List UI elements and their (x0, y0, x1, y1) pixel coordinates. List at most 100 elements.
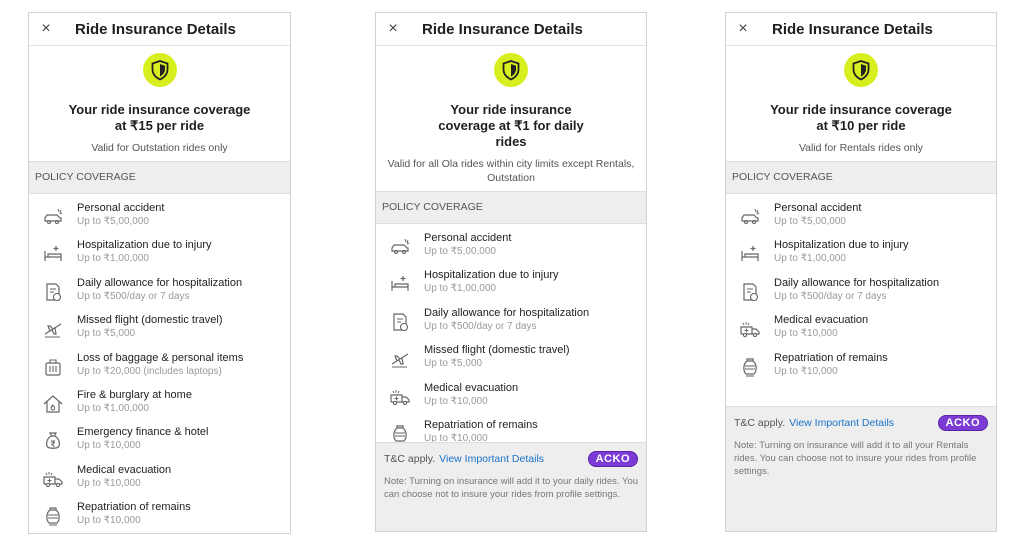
hospital-bed-icon (726, 239, 774, 265)
coverage-amount: Up to ₹500/day or 7 days (424, 320, 537, 332)
page-title: Ride Insurance Details (772, 20, 933, 38)
hospital-bed-icon (376, 269, 424, 295)
coverage-amount: Up to ₹10,000 (774, 365, 838, 377)
coverage-name: Daily allowance for hospitalization (424, 306, 590, 319)
footer: T&C apply. View Important Details ACKO N… (726, 406, 996, 531)
coverage-name: Daily allowance for hospitalization (774, 276, 940, 289)
shield-icon (844, 53, 878, 87)
coverage-amount: Up to ₹500/day or 7 days (774, 290, 887, 302)
coverage-name: Repatriation of remains (424, 418, 538, 431)
plane-icon (376, 344, 424, 370)
coverage-name: Personal accident (424, 232, 512, 244)
note-text: Note: Turning on insurance will add it t… (384, 476, 639, 500)
coverage-amount: Up to ₹10,000 (77, 477, 141, 489)
section-header: POLICY COVERAGE (376, 191, 646, 224)
urn-icon (726, 352, 774, 378)
coverage-amount: Up to ₹1,00,000 (77, 402, 149, 414)
coverage-amount: Up to ₹5,000 (424, 358, 483, 370)
coverage-name: Personal accident (77, 202, 165, 214)
list-item: Loss of baggage & personal items Up to ₹2… (29, 352, 290, 389)
section-header: POLICY COVERAGE (726, 161, 996, 194)
money-bag-icon (29, 426, 77, 452)
list-item: Missed flight (domestic travel) Up to ₹5,… (376, 344, 646, 381)
coverage-amount: Up to ₹5,000 (77, 328, 136, 340)
coverage-summary: Your ride insurance coverage at ₹10 per … (726, 46, 996, 155)
section-header: POLICY COVERAGE (29, 161, 290, 194)
page-title: Ride Insurance Details (75, 20, 236, 38)
list-item: Daily allowance for hospitalization Up to… (376, 307, 646, 344)
coverage-amount: Up to ₹10,000 (77, 440, 141, 452)
coverage-name: Emergency finance & hotel (77, 426, 209, 439)
close-icon[interactable]: × (29, 20, 63, 38)
screen-rentals: × Ride Insurance Details Your ride insur… (725, 12, 997, 532)
list-item: Daily allowance for hospitalization Up to… (726, 277, 996, 314)
coverage-name: Medical evacuation (77, 463, 172, 476)
document-rupee-icon (376, 307, 424, 333)
document-rupee-icon (726, 277, 774, 303)
ambulance-icon (29, 464, 77, 490)
tc-row: T&C apply. View Important Details ACKO (734, 415, 988, 431)
coverage-name: Missed flight (domestic travel) (424, 344, 570, 357)
coverage-amount: Up to ₹10,000 (424, 395, 488, 407)
coverage-list: Personal accident Up to ₹5,00,000 Hospita… (29, 194, 290, 533)
header: × Ride Insurance Details (376, 13, 646, 46)
coverage-summary: Your ride insurance coverage at ₹1 for d… (376, 46, 646, 185)
list-item: Repatriation of remains Up to ₹10,000 (29, 501, 290, 533)
coverage-name: Loss of baggage & personal items (77, 351, 244, 364)
coverage-headline: Your ride insurance coverage at ₹1 for d… (438, 102, 584, 149)
list-item: Emergency finance & hotel Up to ₹10,000 (29, 426, 290, 463)
coverage-amount: Up to ₹1,00,000 (774, 253, 846, 265)
coverage-name: Missed flight (domestic travel) (77, 314, 223, 327)
coverage-name: Personal accident (774, 202, 862, 214)
acko-logo: ACKO (937, 415, 988, 431)
list-item: Hospitalization due to injury Up to ₹1,00… (726, 239, 996, 276)
coverage-name: Hospitalization due to injury (77, 239, 212, 252)
coverage-amount: Up to ₹20,000 (includes laptops) (77, 365, 222, 377)
coverage-amount: Up to ₹5,00,000 (424, 246, 496, 257)
list-item: Personal accident Up to ₹5,00,000 (376, 232, 646, 269)
coverage-name: Fire & burglary at home (77, 388, 192, 401)
coverage-name: Repatriation of remains (774, 351, 888, 364)
shield-icon (142, 53, 177, 87)
coverage-amount: Up to ₹10,000 (77, 515, 141, 527)
coverage-name: Medical evacuation (424, 381, 519, 394)
page-title: Ride Insurance Details (422, 20, 583, 38)
header: × Ride Insurance Details (29, 13, 290, 46)
tc-label: T&C apply. (384, 453, 436, 465)
coverage-amount: Up to ₹10,000 (774, 328, 838, 340)
list-item: Hospitalization due to injury Up to ₹1,00… (376, 269, 646, 306)
validity-text: Valid for Rentals rides only (798, 142, 924, 154)
list-item: Fire & burglary at home Up to ₹1,00,000 (29, 389, 290, 426)
list-item: Personal accident Up to ₹5,00,000 (726, 202, 996, 239)
list-item: Medical evacuation Up to ₹10,000 (29, 464, 290, 501)
footer: T&C apply. View Important Details ACKO N… (376, 442, 646, 531)
list-item: Personal accident Up to ₹5,00,000 (29, 202, 290, 239)
urn-icon (29, 501, 77, 527)
coverage-amount: Up to ₹500/day or 7 days (77, 290, 190, 302)
list-item: Repatriation of remains Up to ₹10,000 (726, 352, 996, 389)
validity-text: Valid for all Ola rides within city limi… (387, 158, 635, 184)
coverage-amount: Up to ₹5,00,000 (774, 216, 846, 227)
coverage-amount: Up to ₹5,00,000 (77, 216, 149, 227)
header: × Ride Insurance Details (726, 13, 996, 46)
coverage-name: Medical evacuation (774, 314, 869, 327)
list-item: Medical evacuation Up to ₹10,000 (376, 382, 646, 419)
note-text: Note: Turning on insurance will add it t… (734, 440, 977, 477)
view-details-link[interactable]: View Important Details (789, 417, 894, 429)
ambulance-icon (726, 314, 774, 340)
luggage-icon (29, 352, 77, 378)
coverage-headline: Your ride insurance coverage at ₹15 per … (68, 102, 251, 133)
close-icon[interactable]: × (726, 20, 760, 38)
acko-logo: ACKO (587, 451, 638, 467)
tc-label: T&C apply. (734, 417, 786, 429)
coverage-name: Hospitalization due to injury (774, 239, 909, 252)
coverage-name: Hospitalization due to injury (424, 269, 559, 282)
validity-text: Valid for Outstation rides only (91, 142, 228, 154)
close-icon[interactable]: × (376, 20, 410, 38)
view-details-link[interactable]: View Important Details (439, 453, 544, 465)
hospital-bed-icon (29, 239, 77, 265)
coverage-headline: Your ride insurance coverage at ₹10 per … (770, 102, 952, 133)
list-item: Missed flight (domestic travel) Up to ₹5,… (29, 314, 290, 351)
ambulance-icon (376, 382, 424, 408)
coverage-list: Personal accident Up to ₹5,00,000 Hospita… (726, 194, 996, 389)
